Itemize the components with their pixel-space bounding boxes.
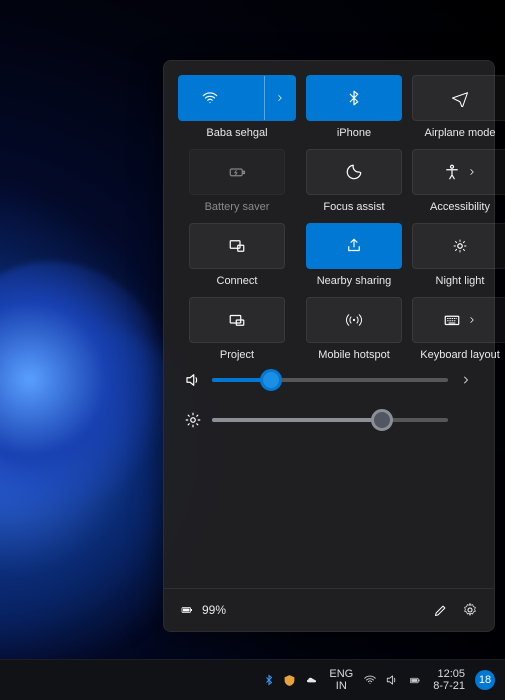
battery-saver-label: Battery saver (205, 201, 270, 213)
notification-badge[interactable]: 18 (475, 670, 495, 690)
airplane-icon (451, 89, 469, 107)
night-light-label: Night light (436, 275, 485, 287)
nearby-sharing-label: Nearby sharing (317, 275, 392, 287)
chevron-right-icon (467, 315, 477, 325)
night-light-toggle[interactable] (412, 223, 505, 269)
clock[interactable]: 12:05 8-7-21 (433, 668, 465, 692)
connect-toggle[interactable] (189, 223, 285, 269)
volume-slider-row (184, 371, 474, 389)
brightness-slider[interactable] (212, 418, 448, 422)
battery-status[interactable]: 99% (178, 603, 226, 617)
accessibility-icon (443, 163, 461, 181)
bluetooth-icon (345, 89, 363, 107)
mobile-hotspot-icon (345, 311, 363, 329)
focus-assist-label: Focus assist (323, 201, 384, 213)
tile-night-light: Night light (412, 223, 505, 287)
onedrive-tray-icon[interactable] (304, 675, 319, 686)
bluetooth-tray-icon[interactable] (263, 674, 275, 686)
mobile-hotspot-toggle[interactable] (306, 297, 402, 343)
connect-icon (228, 237, 246, 255)
tile-nearby-sharing: Nearby sharing (306, 223, 402, 287)
tile-mobile-hotspot: Mobile hotspot (306, 297, 402, 361)
keyboard-layout-icon (443, 311, 461, 329)
brightness-icon (184, 411, 200, 429)
sliders-section (164, 361, 494, 435)
tile-battery-saver: Battery saver (178, 149, 296, 213)
quick-settings-grid: Baba sehgal iPhone Airplane mode Battery sa… (164, 61, 494, 361)
wifi-label: Baba sehgal (206, 127, 267, 139)
keyboard-layout-toggle[interactable] (412, 297, 505, 343)
tile-keyboard-layout: Keyboard layout (412, 297, 505, 361)
nearby-sharing-icon (345, 237, 363, 255)
bluetooth-toggle[interactable] (306, 75, 402, 121)
tray-overflow[interactable] (263, 674, 319, 687)
tile-project: Project (178, 297, 296, 361)
wifi-icon (201, 89, 219, 107)
project-toggle[interactable] (189, 297, 285, 343)
focus-assist-icon (345, 163, 363, 181)
settings-button[interactable] (460, 600, 480, 620)
project-icon (228, 311, 246, 329)
system-tray[interactable] (363, 673, 423, 687)
volume-icon (184, 371, 200, 389)
tile-wifi: Baba sehgal (178, 75, 296, 139)
accessibility-toggle[interactable] (412, 149, 505, 195)
tile-focus-assist: Focus assist (306, 149, 402, 213)
quick-settings-footer: 99% (164, 588, 494, 631)
brightness-slider-row (184, 411, 474, 429)
project-label: Project (220, 349, 254, 361)
connect-label: Connect (217, 275, 258, 287)
edit-button[interactable] (430, 600, 450, 620)
focus-assist-toggle[interactable] (306, 149, 402, 195)
keyboard-layout-label: Keyboard layout (420, 349, 500, 361)
tile-bluetooth: iPhone (306, 75, 402, 139)
chevron-right-icon (275, 93, 285, 103)
airplane-toggle[interactable] (412, 75, 505, 121)
battery-saver-icon (228, 163, 246, 181)
volume-slider[interactable] (212, 378, 448, 382)
security-tray-icon[interactable] (283, 674, 296, 687)
tile-airplane: Airplane mode (412, 75, 505, 139)
bluetooth-label: iPhone (337, 127, 371, 139)
language-indicator[interactable]: ENG IN (329, 668, 353, 692)
battery-saver-toggle (189, 149, 285, 195)
taskbar: ENG IN 12:05 8-7-21 18 (0, 659, 505, 700)
nearby-sharing-toggle[interactable] (306, 223, 402, 269)
battery-percent-label: 99% (202, 603, 226, 617)
night-light-icon (451, 237, 469, 255)
wifi-tray-icon (363, 673, 377, 687)
airplane-label: Airplane mode (425, 127, 496, 139)
wifi-expand[interactable] (264, 76, 295, 120)
quick-settings-panel: Baba sehgal iPhone Airplane mode Battery sa… (163, 60, 495, 632)
volume-expand-chevron-icon[interactable] (460, 374, 474, 386)
tile-connect: Connect (178, 223, 296, 287)
accessibility-label: Accessibility (430, 201, 490, 213)
volume-tray-icon (385, 673, 399, 687)
battery-tray-icon (407, 675, 423, 686)
wifi-toggle[interactable] (178, 75, 296, 121)
tile-accessibility: Accessibility (412, 149, 505, 213)
mobile-hotspot-label: Mobile hotspot (318, 349, 390, 361)
chevron-right-icon (467, 167, 477, 177)
